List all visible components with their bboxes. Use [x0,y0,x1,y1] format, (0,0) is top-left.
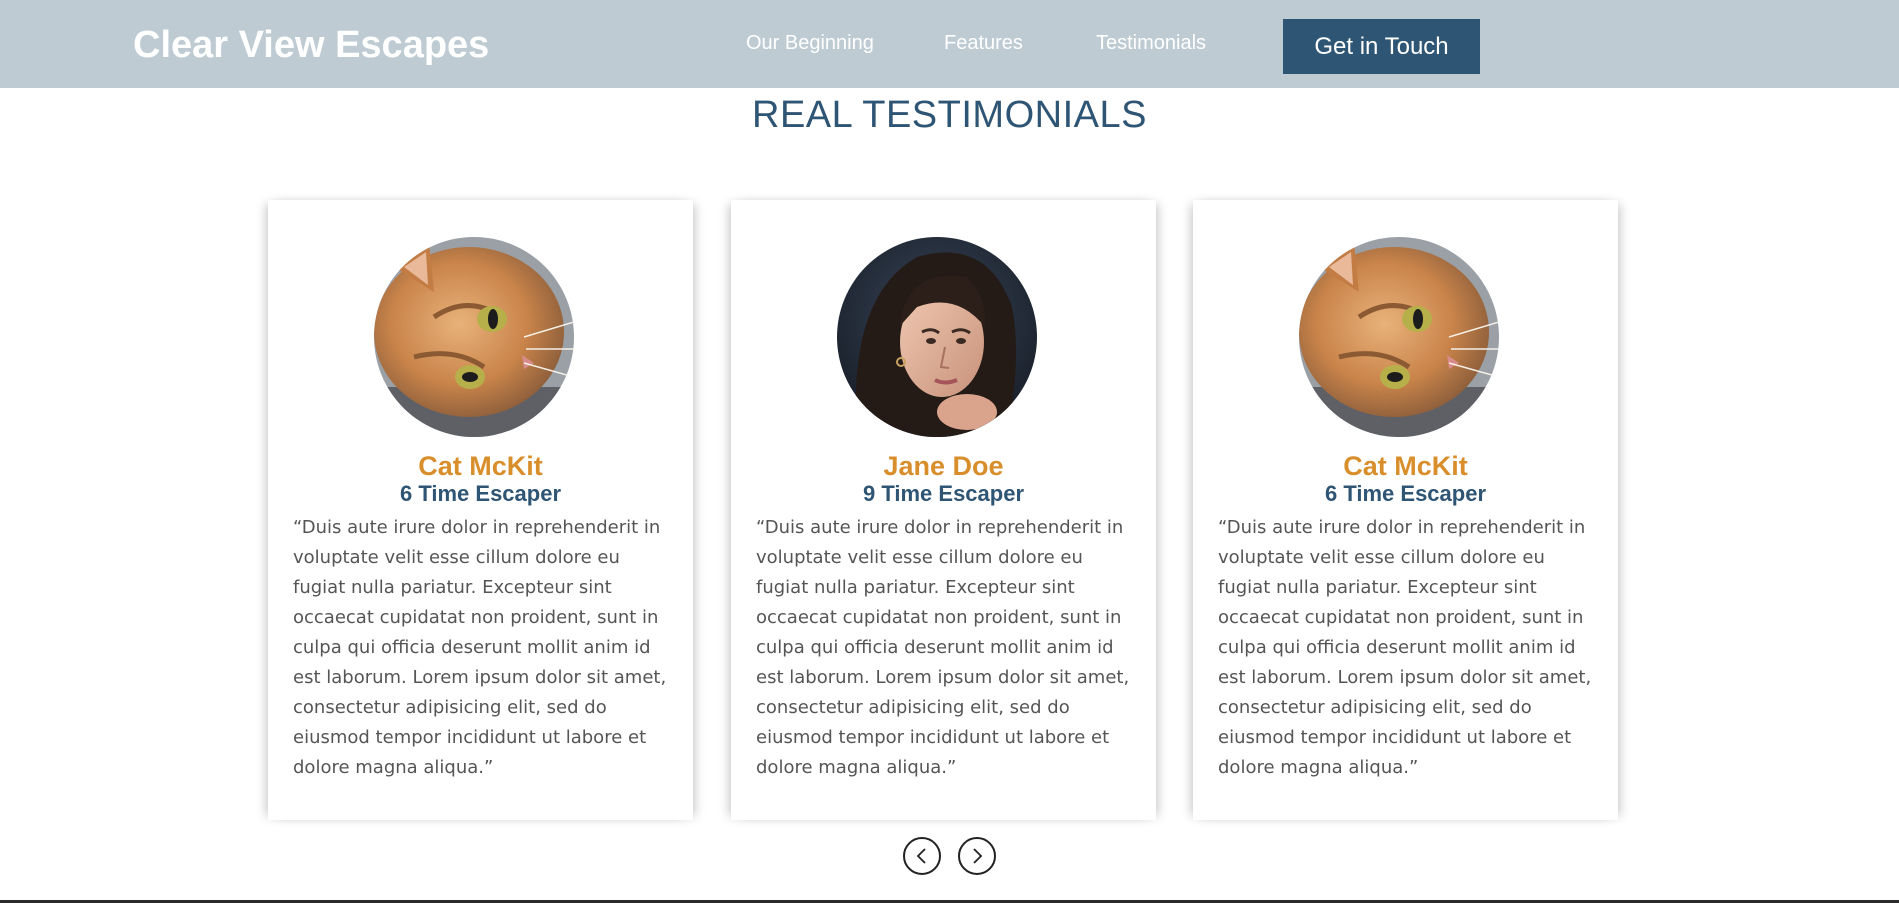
cat-avatar [1299,237,1499,437]
nav-link-features[interactable]: Features [944,30,1023,56]
brand-logo[interactable]: Clear View Escapes [133,22,489,68]
woman-avatar [837,237,1037,437]
testimonial-card: Cat McKit 6 Time Escaper “Duis aute irur… [1193,200,1618,820]
cat-photo [1299,237,1499,437]
testimonial-role: 6 Time Escaper [399,481,562,506]
testimonial-quote: “Duis aute irure dolor in reprehenderit … [1218,517,1592,778]
carousel-next-button[interactable] [958,837,996,875]
chevron-right-icon [973,848,983,864]
testimonial-role: 9 Time Escaper [862,481,1025,506]
get-in-touch-button[interactable]: Get in Touch [1283,19,1480,74]
cat-avatar [374,237,574,437]
testimonial-name: Cat McKit [1343,451,1468,481]
testimonial-name: Jane Doe [883,451,1004,481]
testimonial-card: Jane Doe 9 Time Escaper “Duis aute irure… [731,200,1156,820]
testimonial-role: 6 Time Escaper [1324,481,1487,506]
testimonial-card: Cat McKit 6 Time Escaper “Duis aute irur… [268,200,693,820]
chevron-left-icon [916,848,926,864]
woman-photo [837,237,1037,437]
testimonial-quote: “Duis aute irure dolor in reprehenderit … [756,517,1130,778]
cat-photo [374,237,574,437]
testimonial-name: Cat McKit [418,451,543,481]
nav-link-testimonials[interactable]: Testimonials [1096,30,1206,56]
testimonial-quote: “Duis aute irure dolor in reprehenderit … [293,517,667,778]
nav-link-our-beginning[interactable]: Our Beginning [746,30,874,56]
carousel-prev-button[interactable] [903,837,941,875]
navbar: Clear View Escapes Our Beginning Feature… [0,0,1899,88]
section-title: REAL TESTIMONIALS [752,94,1147,136]
